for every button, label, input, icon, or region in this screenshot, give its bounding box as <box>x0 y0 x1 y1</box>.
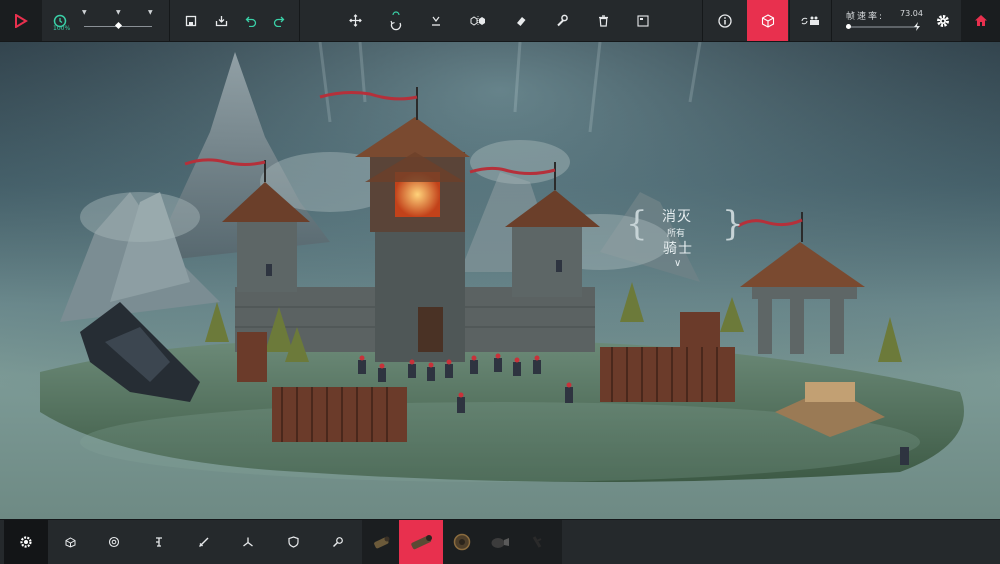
load-button[interactable] <box>210 0 232 41</box>
category-flight[interactable] <box>226 520 270 564</box>
caret-down-icon: ▼ <box>148 9 153 16</box>
top-toolbar: 100% ▼ ▼ ▼ 帧速率: 73.04 <box>0 0 1000 42</box>
mechanical-category-icon <box>156 537 162 547</box>
block-spike[interactable] <box>515 520 559 564</box>
fps-slider-handle[interactable] <box>846 24 851 29</box>
brace-right-icon: } <box>722 204 744 244</box>
save-icon <box>185 15 197 26</box>
play-icon <box>15 13 28 28</box>
basic-category-icon <box>20 536 32 548</box>
undo-button[interactable] <box>240 0 262 41</box>
category-block[interactable] <box>48 520 92 564</box>
cube-icon <box>761 13 774 28</box>
move-icon <box>348 14 362 27</box>
block-bar <box>0 519 1000 564</box>
category-utility[interactable] <box>316 520 360 564</box>
load-icon <box>215 15 227 26</box>
block-cannon[interactable] <box>399 520 443 564</box>
settings-icon <box>937 14 949 27</box>
fps-label: 帧速率: <box>846 12 885 22</box>
cannon-block-icon <box>411 535 432 550</box>
trash-button[interactable] <box>592 0 614 41</box>
category-basic[interactable] <box>4 520 48 564</box>
snap-button[interactable] <box>425 0 447 41</box>
mirror-icon <box>470 15 485 26</box>
category-mechanical[interactable] <box>137 520 181 564</box>
time-scale-button[interactable] <box>50 0 70 41</box>
info-button[interactable] <box>703 0 747 41</box>
flight-category-icon <box>243 537 253 547</box>
fps-slider[interactable] <box>846 26 918 28</box>
time-scale-slider-handle[interactable] <box>114 21 123 30</box>
block-barrel[interactable] <box>360 520 404 564</box>
category-weapons[interactable] <box>182 520 226 564</box>
weapons-category-icon <box>199 537 209 547</box>
utility-category-icon <box>332 537 343 548</box>
move-tool-button[interactable] <box>344 0 366 41</box>
wrench-icon <box>557 14 568 27</box>
rotate-icon <box>390 10 402 30</box>
undo-icon <box>245 16 257 27</box>
wheel-category-icon <box>108 536 120 548</box>
rotate-tool-button[interactable] <box>384 0 408 41</box>
eraser-button[interactable] <box>510 0 532 41</box>
objective-line-3: 骑士 <box>663 241 693 257</box>
armour-category-icon <box>287 536 299 548</box>
caret-down-icon: ▼ <box>82 9 87 16</box>
redo-icon <box>273 16 285 27</box>
level-objects-button[interactable] <box>747 0 788 41</box>
window-icon <box>637 14 649 27</box>
game-viewport[interactable]: { 消灭 所有 骑士 } ∨ <box>0 42 1000 519</box>
lightning-icon <box>914 22 920 31</box>
objective-panel: { 消灭 所有 骑士 } ∨ <box>626 204 744 274</box>
play-button[interactable] <box>0 0 42 41</box>
wrench-button[interactable] <box>551 0 573 41</box>
category-wheel[interactable] <box>92 520 136 564</box>
fps-value: 73.04 <box>900 9 923 18</box>
home-icon <box>974 15 987 26</box>
eraser-icon <box>517 16 526 26</box>
caret-down-icon: ▼ <box>116 9 121 16</box>
time-scale-value: 100% <box>53 25 71 32</box>
trash-icon <box>598 14 608 27</box>
save-button[interactable] <box>180 0 202 41</box>
window-button[interactable] <box>632 0 654 41</box>
settings-button[interactable] <box>928 0 958 41</box>
camera-button[interactable] <box>796 0 826 41</box>
brace-left-icon: { <box>626 204 648 244</box>
camera-icon <box>801 16 819 25</box>
home-button[interactable] <box>961 0 1000 41</box>
objective-line-1: 消灭 <box>662 209 692 225</box>
info-icon <box>718 13 732 28</box>
spike-block-icon <box>532 536 542 548</box>
grabber-block-icon <box>491 538 509 548</box>
snap-icon <box>432 16 440 26</box>
mirror-button[interactable] <box>466 0 490 41</box>
block-category-icon <box>65 536 75 548</box>
chevron-down-icon: ∨ <box>674 258 682 269</box>
category-armour[interactable] <box>271 520 315 564</box>
wheel-block-icon <box>453 533 471 551</box>
castle-scene <box>0 42 1000 519</box>
barrel-block-icon <box>374 536 390 549</box>
redo-button[interactable] <box>268 0 290 41</box>
